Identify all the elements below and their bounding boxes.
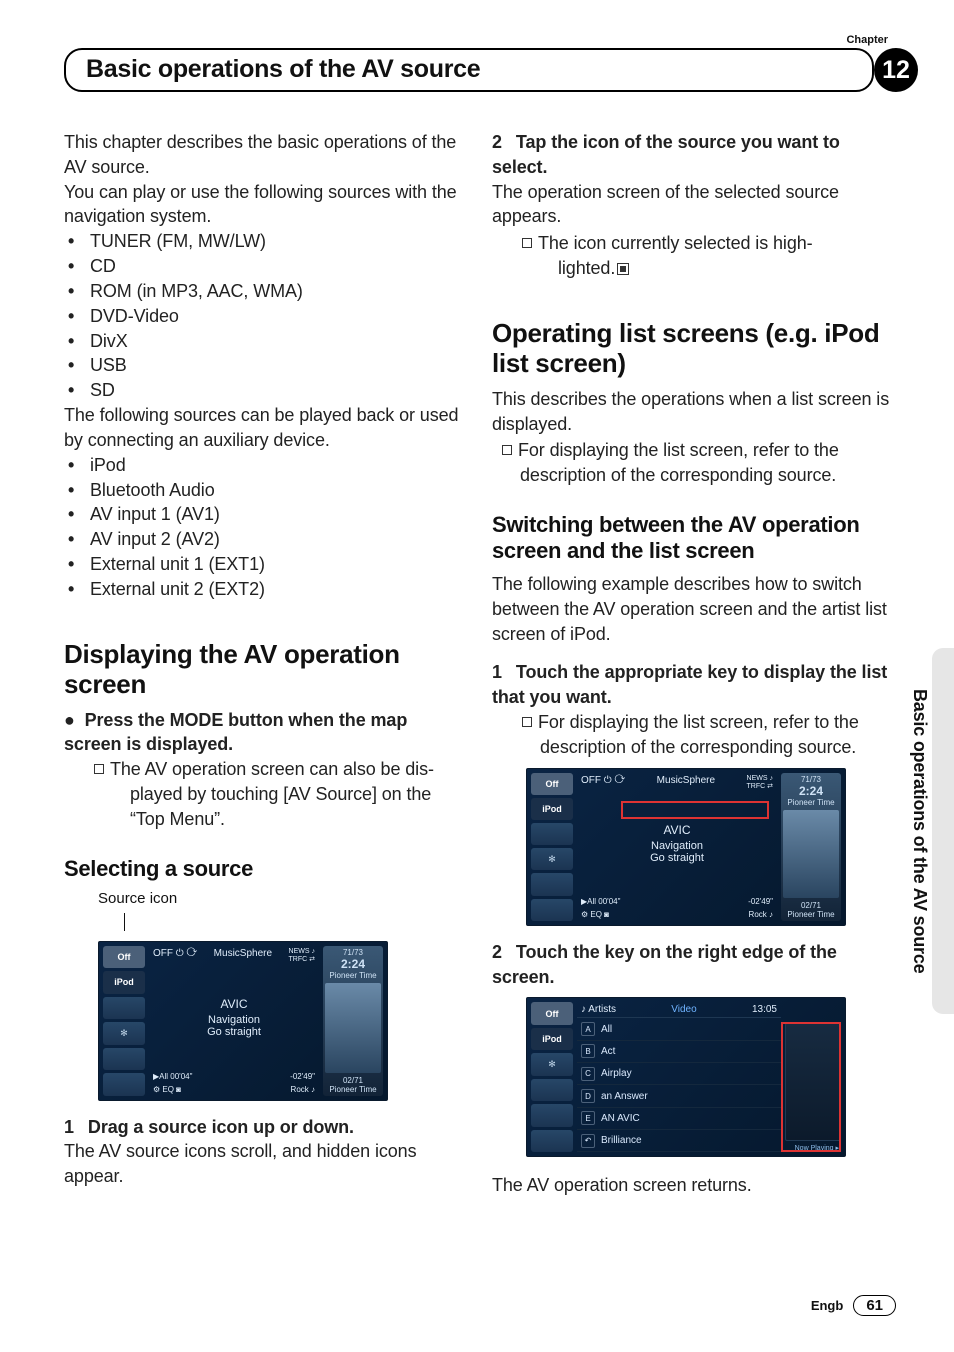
step-1-body: The AV source icons scroll, and hidden i… bbox=[64, 1139, 468, 1189]
fig-side-off: Off bbox=[103, 946, 145, 969]
fig-side-ipod: iPod bbox=[531, 798, 573, 820]
heading-displaying-av: Displaying the AV operation screen bbox=[64, 640, 468, 700]
note-av-source: The AV operation screen can also be dis-… bbox=[84, 757, 468, 831]
fig-side-off: Off bbox=[531, 1002, 573, 1025]
side-tab-text: Basic operations of the AV source bbox=[904, 648, 930, 1014]
intro-p1: This chapter describes the basic operati… bbox=[64, 130, 468, 180]
list-item: TUNER (FM, MW/LW) bbox=[64, 229, 468, 254]
footer: Engb 61 bbox=[811, 1295, 896, 1316]
fig-side-ipod: iPod bbox=[103, 971, 145, 994]
list-item: ROM (in MP3, AAC, WMA) bbox=[64, 279, 468, 304]
figure-artist-list: Off iPod ✻ ♪ Artists Video 13:05 AAll bbox=[526, 997, 846, 1157]
chapter-title-row: Basic operations of the AV source 12 bbox=[64, 48, 896, 92]
fig-side-item bbox=[103, 997, 145, 1020]
list-item: External unit 1 (EXT1) bbox=[64, 552, 468, 577]
left-column: This chapter describes the basic operati… bbox=[64, 130, 468, 1198]
list-item: DVD-Video bbox=[64, 304, 468, 329]
step-c2: 2Touch the key on the right edge of the … bbox=[492, 940, 896, 990]
footer-page: 61 bbox=[853, 1295, 896, 1316]
right-column: 2Tap the icon of the source you want to … bbox=[492, 130, 896, 1198]
heading-operating-list: Operating list screens (e.g. iPod list s… bbox=[492, 319, 896, 379]
heading-switching: Switching between the AV operation scree… bbox=[492, 512, 896, 564]
chapter-label: Chapter bbox=[64, 34, 896, 46]
step-1-drag: 1Drag a source icon up or down. bbox=[64, 1115, 468, 1140]
list-item: iPod bbox=[64, 453, 468, 478]
figure-av-screen: Off iPod ✻ OFF ⏻ ⟳ MusicSphere NEWS ♪ bbox=[98, 941, 388, 1101]
figure-av-screen-with-list: Off iPod ✻ OFF ⏻ ⟳ MusicSphere NEWS ♪ TR… bbox=[526, 768, 846, 926]
fig-side-off: Off bbox=[531, 773, 573, 795]
list-item: USB bbox=[64, 353, 468, 378]
list-item: External unit 2 (EXT2) bbox=[64, 577, 468, 602]
source-list-a: TUNER (FM, MW/LW) CD ROM (in MP3, AAC, W… bbox=[64, 229, 468, 403]
step-press-mode: ● Press the MODE button when the map scr… bbox=[64, 708, 468, 758]
intro-p3: The following sources can be played back… bbox=[64, 403, 468, 453]
list-item: CD bbox=[64, 254, 468, 279]
footer-lang: Engb bbox=[811, 1298, 844, 1313]
list-item: DivX bbox=[64, 329, 468, 354]
note-icon bbox=[94, 764, 104, 774]
list-item: Bluetooth Audio bbox=[64, 478, 468, 503]
step-2-tap: 2Tap the icon of the source you want to … bbox=[492, 130, 896, 180]
fig-side-item: ✻ bbox=[531, 848, 573, 870]
chapter-number-badge: 12 bbox=[874, 48, 918, 92]
fig-side-item bbox=[531, 823, 573, 845]
bullet-dot: ● bbox=[64, 710, 75, 730]
fig-side-item bbox=[531, 1130, 573, 1153]
heading-selecting-source: Selecting a source bbox=[64, 856, 468, 882]
side-tab bbox=[932, 648, 954, 1014]
note-icon bbox=[522, 717, 532, 727]
step-2-body: The operation screen of the selected sou… bbox=[492, 180, 896, 230]
intro-p2: You can play or use the following source… bbox=[64, 180, 468, 230]
page-title: Basic operations of the AV source bbox=[64, 48, 874, 92]
fig-side-item bbox=[103, 1048, 145, 1071]
source-list-b: iPod Bluetooth Audio AV input 1 (AV1) AV… bbox=[64, 453, 468, 602]
fig-side-item bbox=[531, 1104, 573, 1127]
note-icon bbox=[522, 238, 532, 248]
closing: The AV operation screen returns. bbox=[492, 1173, 896, 1198]
list-item: AV input 2 (AV2) bbox=[64, 527, 468, 552]
fig-side-item bbox=[531, 899, 573, 921]
list-item: SD bbox=[64, 378, 468, 403]
step-c1: 1Touch the appropriate key to display th… bbox=[492, 660, 896, 710]
desc-operating-list: This describes the operations when a lis… bbox=[492, 387, 896, 437]
fig-side-item: ✻ bbox=[103, 1022, 145, 1045]
list-item: AV input 1 (AV1) bbox=[64, 502, 468, 527]
fig1-caption: Source icon bbox=[98, 890, 468, 907]
note-highlighted: The icon currently selected is high- lig… bbox=[512, 231, 896, 281]
fig-side-item: ✻ bbox=[531, 1053, 573, 1076]
fig-side-item bbox=[531, 873, 573, 895]
note-c1: For displaying the list screen, refer to… bbox=[512, 710, 896, 760]
end-mark-icon bbox=[617, 263, 629, 275]
desc-switching: The following example describes how to s… bbox=[492, 572, 896, 646]
fig-side-ipod: iPod bbox=[531, 1028, 573, 1051]
fig-side-item bbox=[103, 1073, 145, 1096]
note-icon bbox=[502, 445, 512, 455]
note-list-screen: For displaying the list screen, refer to… bbox=[492, 438, 896, 488]
fig-side-item bbox=[531, 1079, 573, 1102]
